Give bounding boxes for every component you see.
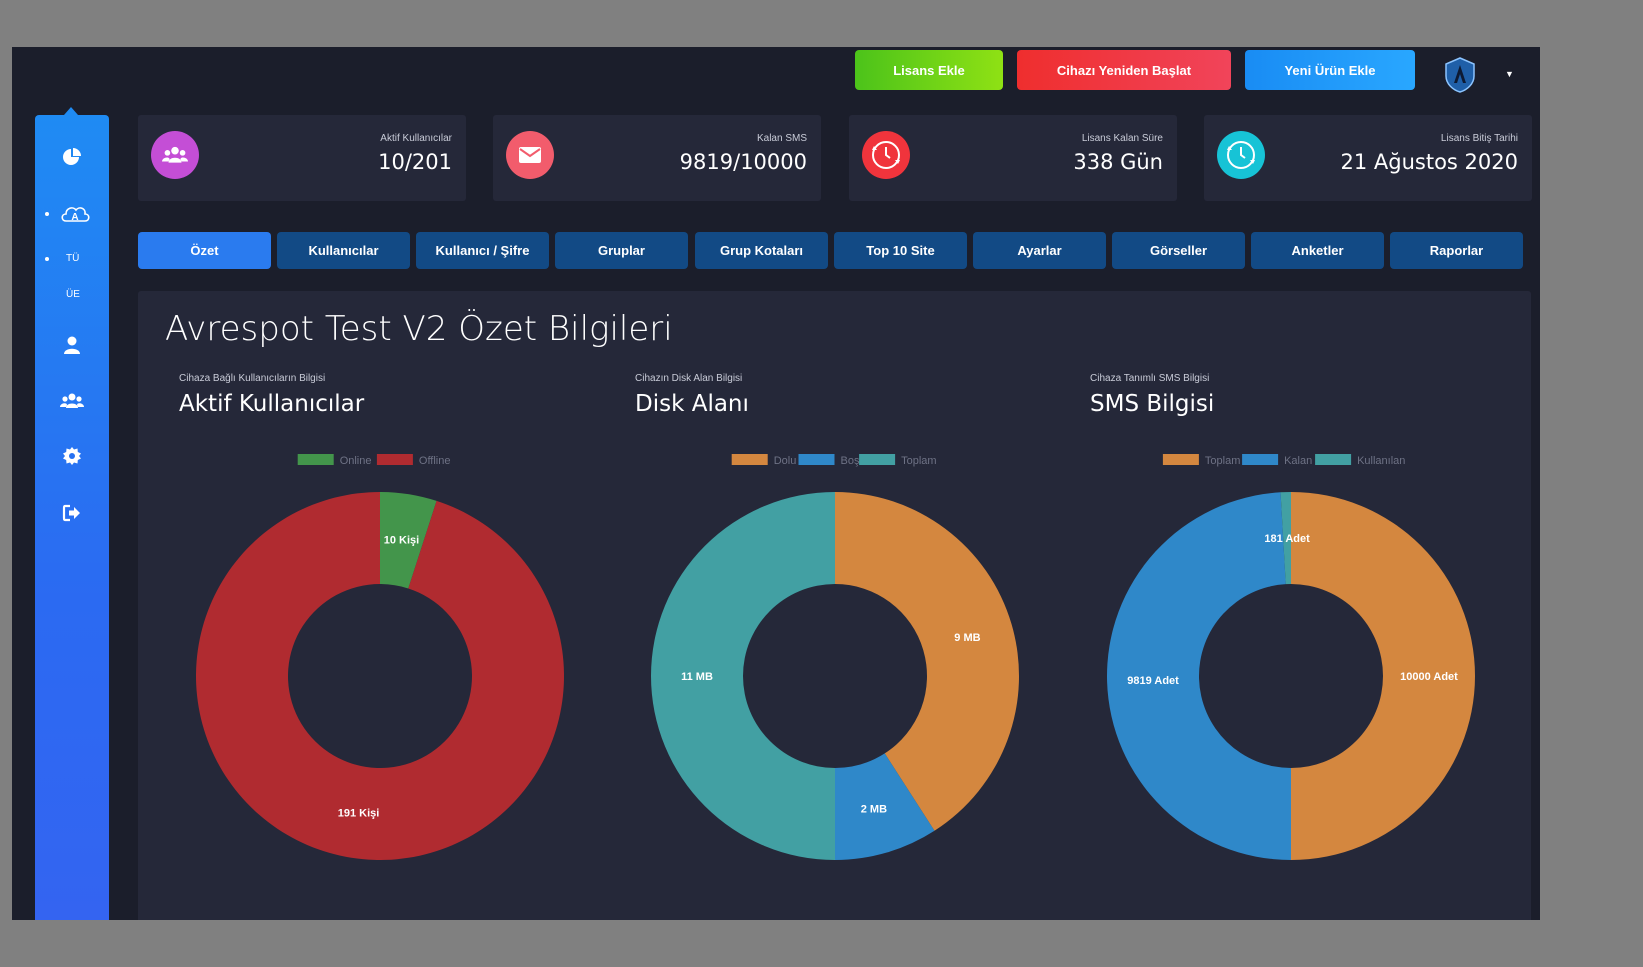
chart-slice[interactable]	[651, 492, 835, 860]
legend-label: Toplam	[1205, 455, 1240, 467]
stat-card-remaining-sms: Kalan SMS 9819/10000	[493, 115, 821, 201]
chart-slice[interactable]	[195, 492, 564, 860]
stat-label: Kalan SMS	[756, 133, 807, 144]
gear-icon[interactable]	[62, 446, 82, 466]
tab-grup-kotalari[interactable]: Grup Kotaları	[695, 232, 828, 269]
tab-kullanici-sifre[interactable]: Kullanıcı / Şifre	[416, 232, 549, 269]
section-subtitle-disk: Cihazın Disk Alan Bilgisi	[635, 373, 743, 384]
slice-label: 191 Kişi	[338, 807, 380, 819]
slice-label: 181 Adet	[1264, 533, 1310, 545]
section-subtitle-active-users: Cihaza Bağlı Kullanıcıların Bilgisi	[179, 373, 326, 384]
legend-label: Online	[340, 455, 372, 467]
stat-card-license-remaining: Lisans Kalan Süre 338 Gün	[849, 115, 1177, 201]
tab-gruplar[interactable]: Gruplar	[555, 232, 688, 269]
slice-label: 2 MB	[861, 803, 887, 815]
summary-panel: Avrespot Test V2 Özet Bilgileri Cihaza B…	[138, 291, 1531, 920]
tab-raporlar[interactable]: Raporlar	[1390, 232, 1523, 269]
section-title-active-users: Aktif Kullanıcılar	[179, 391, 365, 417]
svg-text:A: A	[71, 212, 78, 223]
chevron-down-icon[interactable]: ▼	[1505, 69, 1514, 79]
shield-logo-icon[interactable]	[1444, 57, 1476, 93]
chart-legend[interactable]: Toplam Kalan Kullanılan	[1162, 454, 1406, 467]
legend-label: Dolu	[774, 455, 797, 467]
slice-label: 9 MB	[954, 632, 980, 644]
clock-icon	[1217, 131, 1265, 179]
envelope-icon	[506, 131, 554, 179]
tab-ozet[interactable]: Özet	[138, 232, 271, 269]
stat-value: 10/201	[378, 150, 452, 174]
pie-chart-icon[interactable]	[62, 147, 82, 167]
sign-out-icon[interactable]	[62, 503, 82, 523]
section-title-disk: Disk Alanı	[635, 391, 749, 417]
legend-swatch	[1315, 454, 1352, 465]
add-license-button[interactable]: Lisans Ekle	[855, 50, 1003, 90]
sidebar: A TÜ ÜE	[35, 115, 109, 920]
tab-gorseller[interactable]: Görseller	[1112, 232, 1245, 269]
restart-device-button[interactable]: Cihazı Yeniden Başlat	[1017, 50, 1231, 90]
slice-label: 11 MB	[681, 671, 713, 683]
section-title-sms: SMS Bilgisi	[1090, 391, 1215, 417]
section-subtitle-sms: Cihaza Tanımlı SMS Bilgisi	[1090, 373, 1210, 384]
legend-swatch	[731, 454, 768, 465]
slice-label: 10 Kişi	[384, 535, 419, 547]
stat-value: 338 Gün	[1073, 150, 1163, 174]
add-new-product-button[interactable]: Yeni Ürün Ekle	[1245, 50, 1415, 90]
user-icon[interactable]	[62, 335, 82, 355]
sms-donut-chart: Toplam Kalan Kullanılan 10000 Adet 9819 Adet…	[1106, 454, 1475, 860]
cloud-a-icon[interactable]: A	[60, 203, 90, 225]
tab-kullanicilar[interactable]: Kullanıcılar	[277, 232, 410, 269]
chart-legend[interactable]: Dolu Boş Toplam	[731, 454, 937, 467]
stat-card-active-users: Aktif Kullanıcılar 10/201	[138, 115, 466, 201]
sidebar-pointer	[64, 107, 78, 115]
legend-swatch	[859, 454, 896, 465]
stat-card-license-end-date: Lisans Bitiş Tarihi 21 Ağustos 2020	[1204, 115, 1532, 201]
slice-label: 9819 Adet	[1127, 675, 1179, 687]
legend-label: Boş	[841, 455, 860, 467]
sidebar-item-tu[interactable]: TÜ	[66, 253, 79, 264]
active-users-donut-chart: Online Offline 10 Kişi 191 Kişi	[195, 454, 564, 860]
stat-label: Aktif Kullanıcılar	[380, 133, 452, 144]
users-icon	[151, 131, 199, 179]
nav-bullet	[45, 257, 49, 261]
app-window: Lisans Ekle Cihazı Yeniden Başlat Yeni Ü…	[12, 47, 1540, 920]
legend-label: Kalan	[1284, 455, 1312, 467]
users-icon[interactable]	[60, 391, 84, 411]
stat-value: 21 Ağustos 2020	[1340, 150, 1519, 174]
nav-bullet	[45, 212, 49, 216]
legend-swatch	[1242, 454, 1279, 465]
tab-top-10-site[interactable]: Top 10 Site	[834, 232, 967, 269]
legend-swatch	[297, 454, 334, 465]
stat-label: Lisans Kalan Süre	[1081, 133, 1163, 144]
slice-label: 10000 Adet	[1400, 671, 1458, 683]
stat-label: Lisans Bitiş Tarihi	[1440, 133, 1518, 144]
legend-swatch	[798, 454, 835, 465]
tab-anketler[interactable]: Anketler	[1251, 232, 1384, 269]
tab-ayarlar[interactable]: Ayarlar	[973, 232, 1106, 269]
legend-swatch	[1162, 454, 1199, 465]
legend-label: Kullanılan	[1357, 455, 1405, 467]
legend-swatch	[376, 454, 413, 465]
disk-space-donut-chart: Dolu Boş Toplam 9 MB 2 MB 11 MB	[651, 454, 1019, 860]
clock-icon	[862, 131, 910, 179]
chart-legend[interactable]: Online Offline	[297, 454, 451, 467]
stat-value: 9819/10000	[679, 150, 807, 174]
sidebar-item-ue[interactable]: ÜE	[66, 289, 80, 300]
page-title: Avrespot Test V2 Özet Bilgileri	[165, 309, 673, 349]
legend-label: Toplam	[901, 455, 936, 467]
legend-label: Offline	[419, 455, 451, 467]
